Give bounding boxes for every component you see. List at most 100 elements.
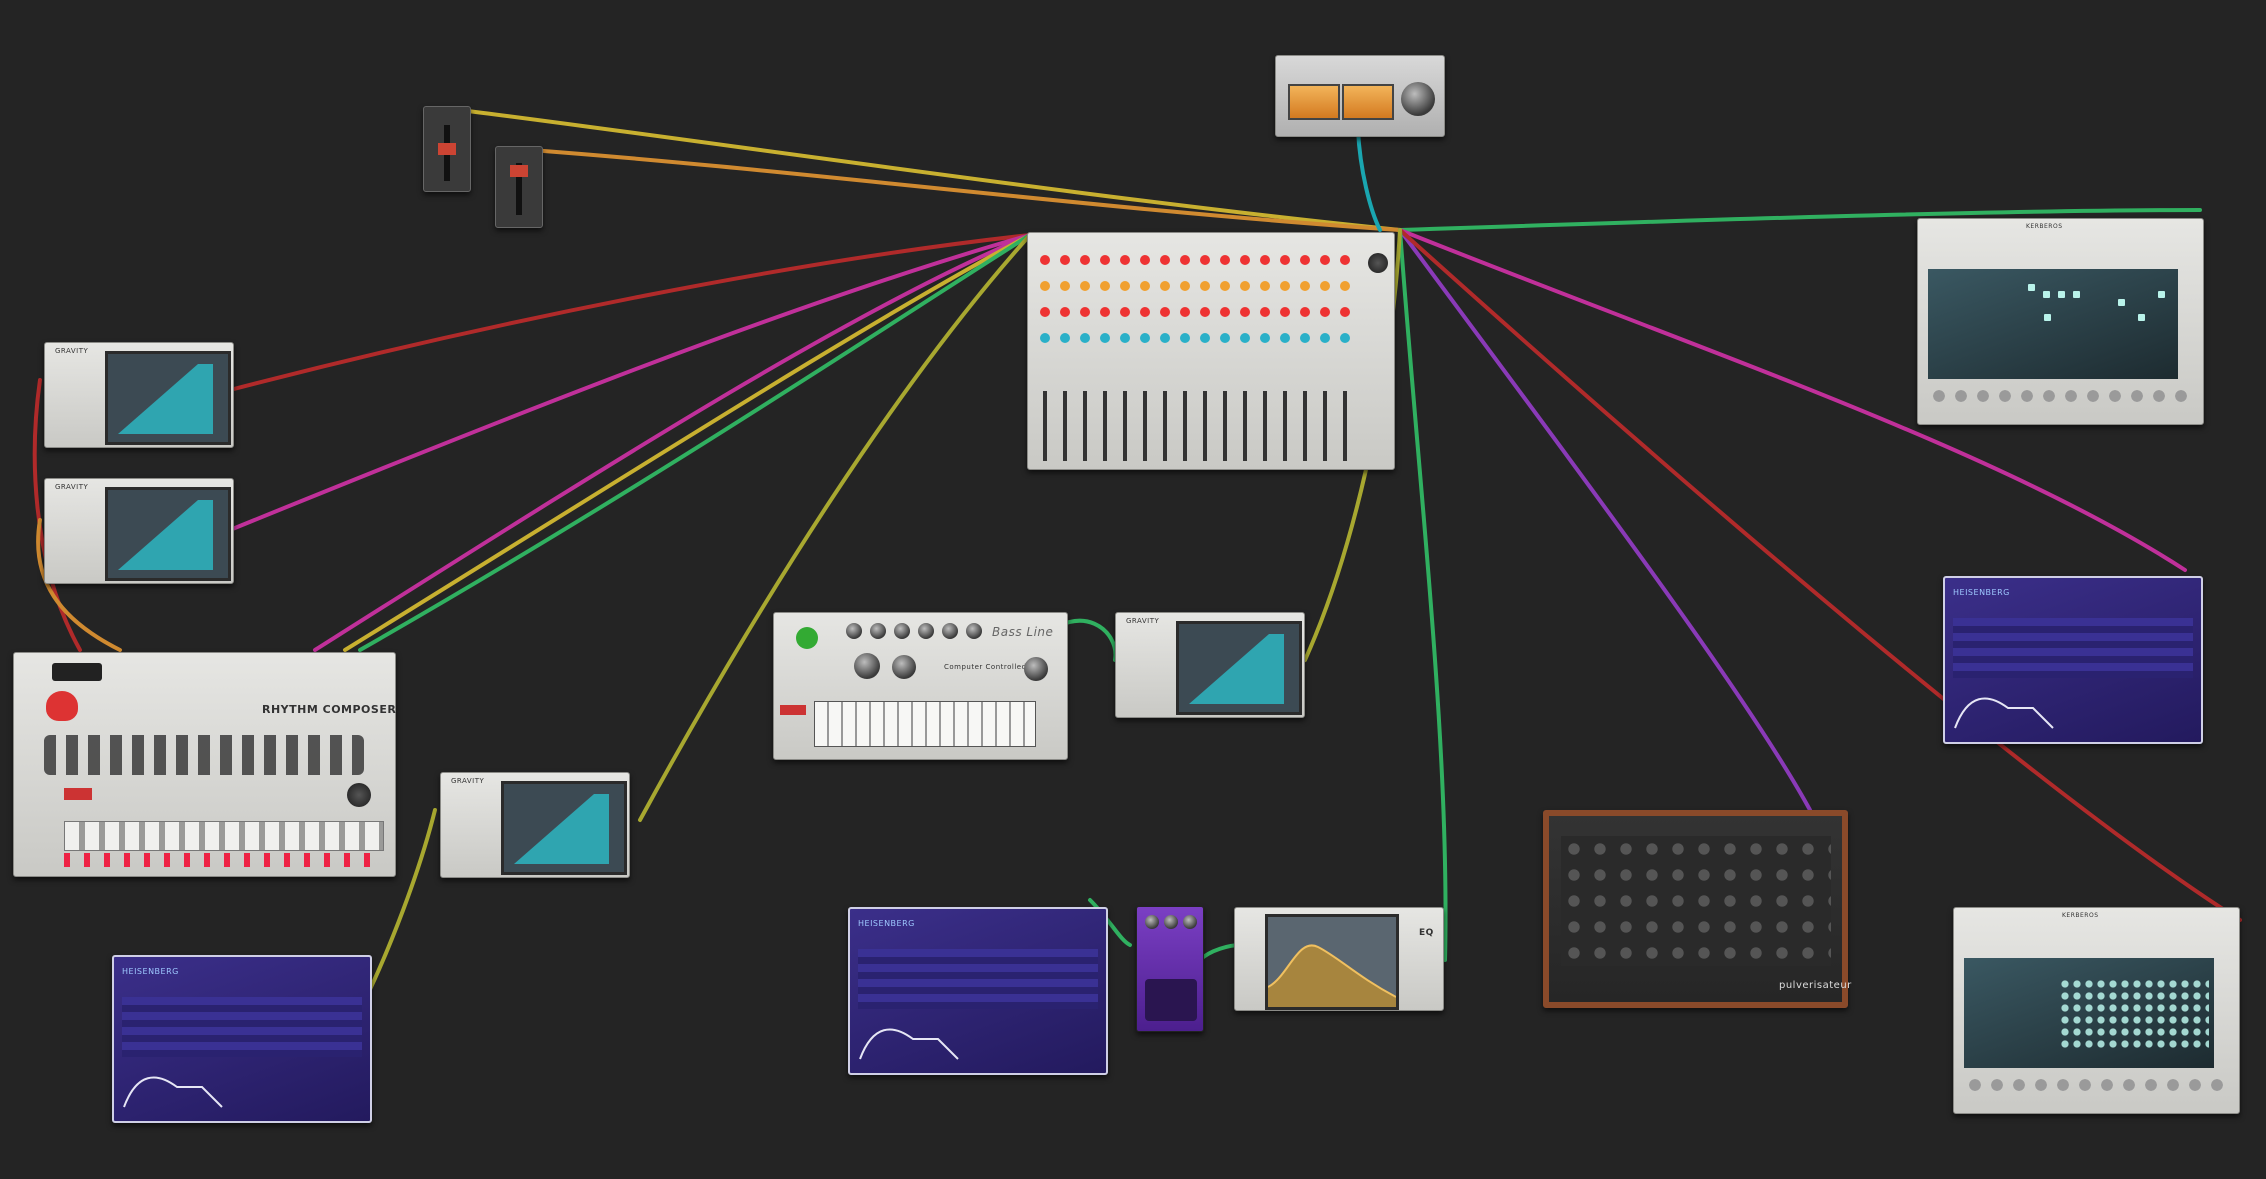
bass-knob[interactable] (870, 623, 886, 639)
channel-knob[interactable] (1180, 307, 1190, 317)
mixer-channel-strip[interactable] (1036, 241, 1054, 466)
channel-knob[interactable] (1100, 255, 1110, 265)
bass-knob-row[interactable] (846, 623, 862, 639)
channel-knob[interactable] (1140, 255, 1150, 265)
channel-fader[interactable] (1203, 391, 1207, 461)
channel-knob[interactable] (1160, 281, 1170, 291)
channel-knob[interactable] (1200, 333, 1210, 343)
channel-knob[interactable] (1220, 255, 1230, 265)
channel-knob[interactable] (1280, 255, 1290, 265)
kerberos-knob-row[interactable] (1928, 384, 2188, 408)
channel-knob[interactable] (1320, 333, 1330, 343)
channel-knob[interactable] (1340, 333, 1350, 343)
mixer-channel-strip[interactable] (1196, 241, 1214, 466)
channel-knob[interactable] (1300, 255, 1310, 265)
channel-knob[interactable] (1180, 281, 1190, 291)
channel-knob[interactable] (1280, 281, 1290, 291)
kerberos-knob-row[interactable] (1964, 1073, 2224, 1097)
channel-knob[interactable] (1260, 255, 1270, 265)
channel-knob[interactable] (1040, 281, 1050, 291)
channel-knob[interactable] (1340, 307, 1350, 317)
bass-knob[interactable] (918, 623, 934, 639)
channel-knob[interactable] (1060, 333, 1070, 343)
channel-knob[interactable] (1160, 333, 1170, 343)
channel-knob[interactable] (1160, 255, 1170, 265)
channel-knob[interactable] (1060, 255, 1070, 265)
fader-handle[interactable] (438, 143, 456, 155)
channel-knob[interactable] (1080, 255, 1090, 265)
channel-fader[interactable] (1263, 391, 1267, 461)
channel-knob[interactable] (1340, 255, 1350, 265)
channel-knob[interactable] (1240, 333, 1250, 343)
mixer-channel-strip[interactable] (1216, 241, 1234, 466)
bass-line[interactable]: Bass Line Computer Controlled (773, 612, 1068, 760)
tempo-knob[interactable] (347, 783, 371, 807)
master-knob[interactable] (1368, 253, 1388, 273)
channel-knob[interactable] (1100, 281, 1110, 291)
pulverisateur-knobs[interactable] (1561, 836, 1831, 966)
channel-knob[interactable] (1100, 307, 1110, 317)
pedal-footswitch[interactable] (1145, 979, 1197, 1021)
fader-handle[interactable] (510, 165, 528, 177)
channel-knob[interactable] (1120, 307, 1130, 317)
channel-knob[interactable] (1280, 333, 1290, 343)
channel-fader[interactable] (1183, 391, 1187, 461)
channel-knob[interactable] (1140, 281, 1150, 291)
kerberos-sequencer-1[interactable]: KERBEROS (1917, 218, 2204, 425)
channel-knob[interactable] (1240, 307, 1250, 317)
channel-knob[interactable] (1220, 307, 1230, 317)
rhythm-composer[interactable]: RHYTHM COMPOSER (13, 652, 396, 877)
pulverisateur[interactable]: pulverisateur (1543, 810, 1851, 1008)
channel-knob[interactable] (1180, 255, 1190, 265)
channel-fader[interactable] (1243, 391, 1247, 461)
channel-fader[interactable] (1323, 391, 1327, 461)
channel-knob[interactable] (1180, 333, 1190, 343)
channel-fader[interactable] (1223, 391, 1227, 461)
heisenberg-synth-1[interactable]: HEISENBERG (112, 955, 372, 1123)
volume-knob[interactable] (1401, 82, 1435, 116)
bass-knob[interactable] (966, 623, 982, 639)
channel-fader[interactable] (1143, 391, 1147, 461)
bass-keyboard[interactable] (814, 701, 1036, 747)
volume-knob[interactable] (1024, 657, 1048, 681)
channel-knob[interactable] (1300, 281, 1310, 291)
pedal-knob[interactable] (1164, 915, 1178, 929)
channel-knob[interactable] (1300, 333, 1310, 343)
channel-knob[interactable] (1120, 333, 1130, 343)
channel-fader[interactable] (1343, 391, 1347, 461)
cable[interactable] (1398, 228, 1448, 962)
power-switch[interactable] (52, 663, 102, 681)
gravity-module-1[interactable]: GRAVITY (44, 342, 234, 448)
channel-knob[interactable] (1300, 307, 1310, 317)
channel-fader[interactable] (1103, 391, 1107, 461)
channel-knob[interactable] (1040, 307, 1050, 317)
channel-fader[interactable] (1163, 391, 1167, 461)
channel-knob[interactable] (1160, 307, 1170, 317)
mixer[interactable] (1027, 232, 1395, 470)
channel-knob[interactable] (1260, 281, 1270, 291)
tempo-knob[interactable] (854, 653, 880, 679)
channel-knob[interactable] (1260, 333, 1270, 343)
mixer-channel-strip[interactable] (1076, 241, 1094, 466)
channel-knob[interactable] (1200, 255, 1210, 265)
channel-knob[interactable] (1220, 333, 1230, 343)
channel-knob[interactable] (1200, 281, 1210, 291)
channel-knob[interactable] (1240, 255, 1250, 265)
channel-knob[interactable] (1320, 307, 1330, 317)
cable[interactable] (458, 108, 1402, 232)
channel-knob[interactable] (1040, 333, 1050, 343)
channel-knob[interactable] (1060, 307, 1070, 317)
mixer-channel-strip[interactable] (1276, 241, 1294, 466)
fader-module-2[interactable] (495, 146, 543, 228)
cable[interactable] (358, 233, 1032, 652)
channel-knob[interactable] (1120, 281, 1130, 291)
mixer-channel-strip[interactable] (1136, 241, 1154, 466)
mixer-channel-strip[interactable] (1116, 241, 1134, 466)
channel-knob[interactable] (1220, 281, 1230, 291)
channel-knob[interactable] (1280, 307, 1290, 317)
gravity-module-3[interactable]: GRAVITY (440, 772, 630, 878)
bass-knob[interactable] (894, 623, 910, 639)
heisenberg-synth-3[interactable]: HEISENBERG (1943, 576, 2203, 744)
channel-knob[interactable] (1120, 255, 1130, 265)
channel-knob[interactable] (1060, 281, 1070, 291)
